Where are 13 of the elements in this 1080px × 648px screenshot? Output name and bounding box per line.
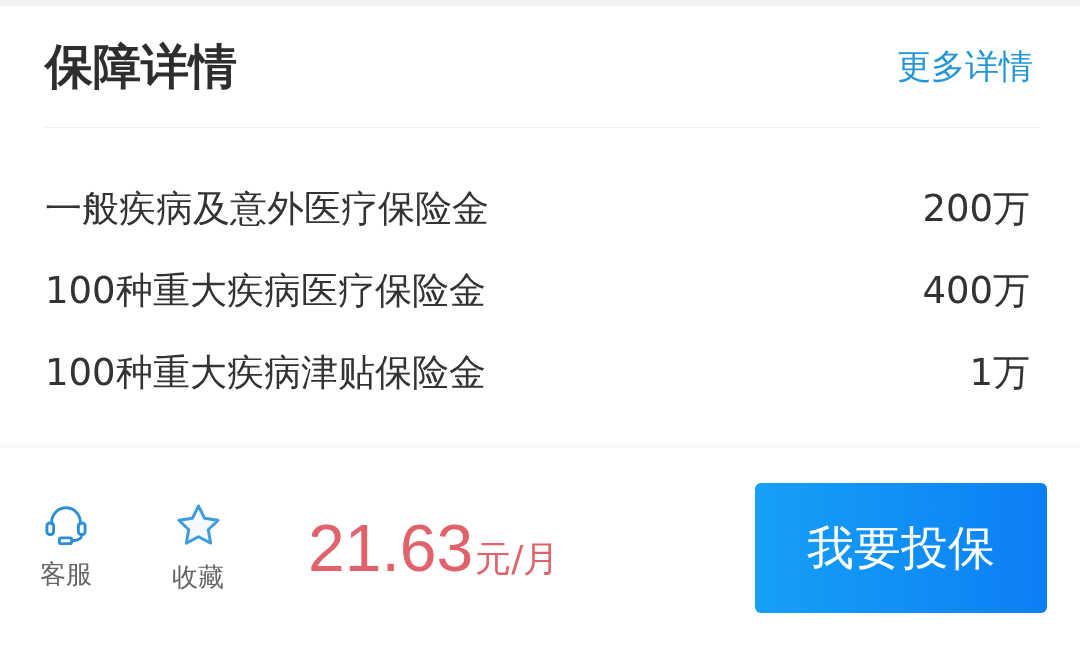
price: 21.63元/月 <box>308 515 560 581</box>
coverage-value: 400万 <box>922 268 1030 314</box>
section-title: 保障详情 <box>45 37 237 96</box>
coverage-value: 200万 <box>922 186 1030 232</box>
coverage-label: 100种重大疾病津贴保险金 <box>45 350 486 396</box>
favorite-button[interactable]: 收藏 <box>172 502 224 594</box>
more-details-link[interactable]: 更多详情 <box>897 46 1033 87</box>
coverage-value: 1万 <box>969 350 1030 396</box>
coverage-label: 100种重大疾病医疗保险金 <box>45 268 486 314</box>
star-icon <box>174 502 222 548</box>
customer-service-button[interactable]: 客服 <box>40 502 92 594</box>
buy-button[interactable]: 我要投保 <box>755 483 1047 613</box>
coverage-label: 一般疾病及意外医疗保险金 <box>45 186 489 232</box>
